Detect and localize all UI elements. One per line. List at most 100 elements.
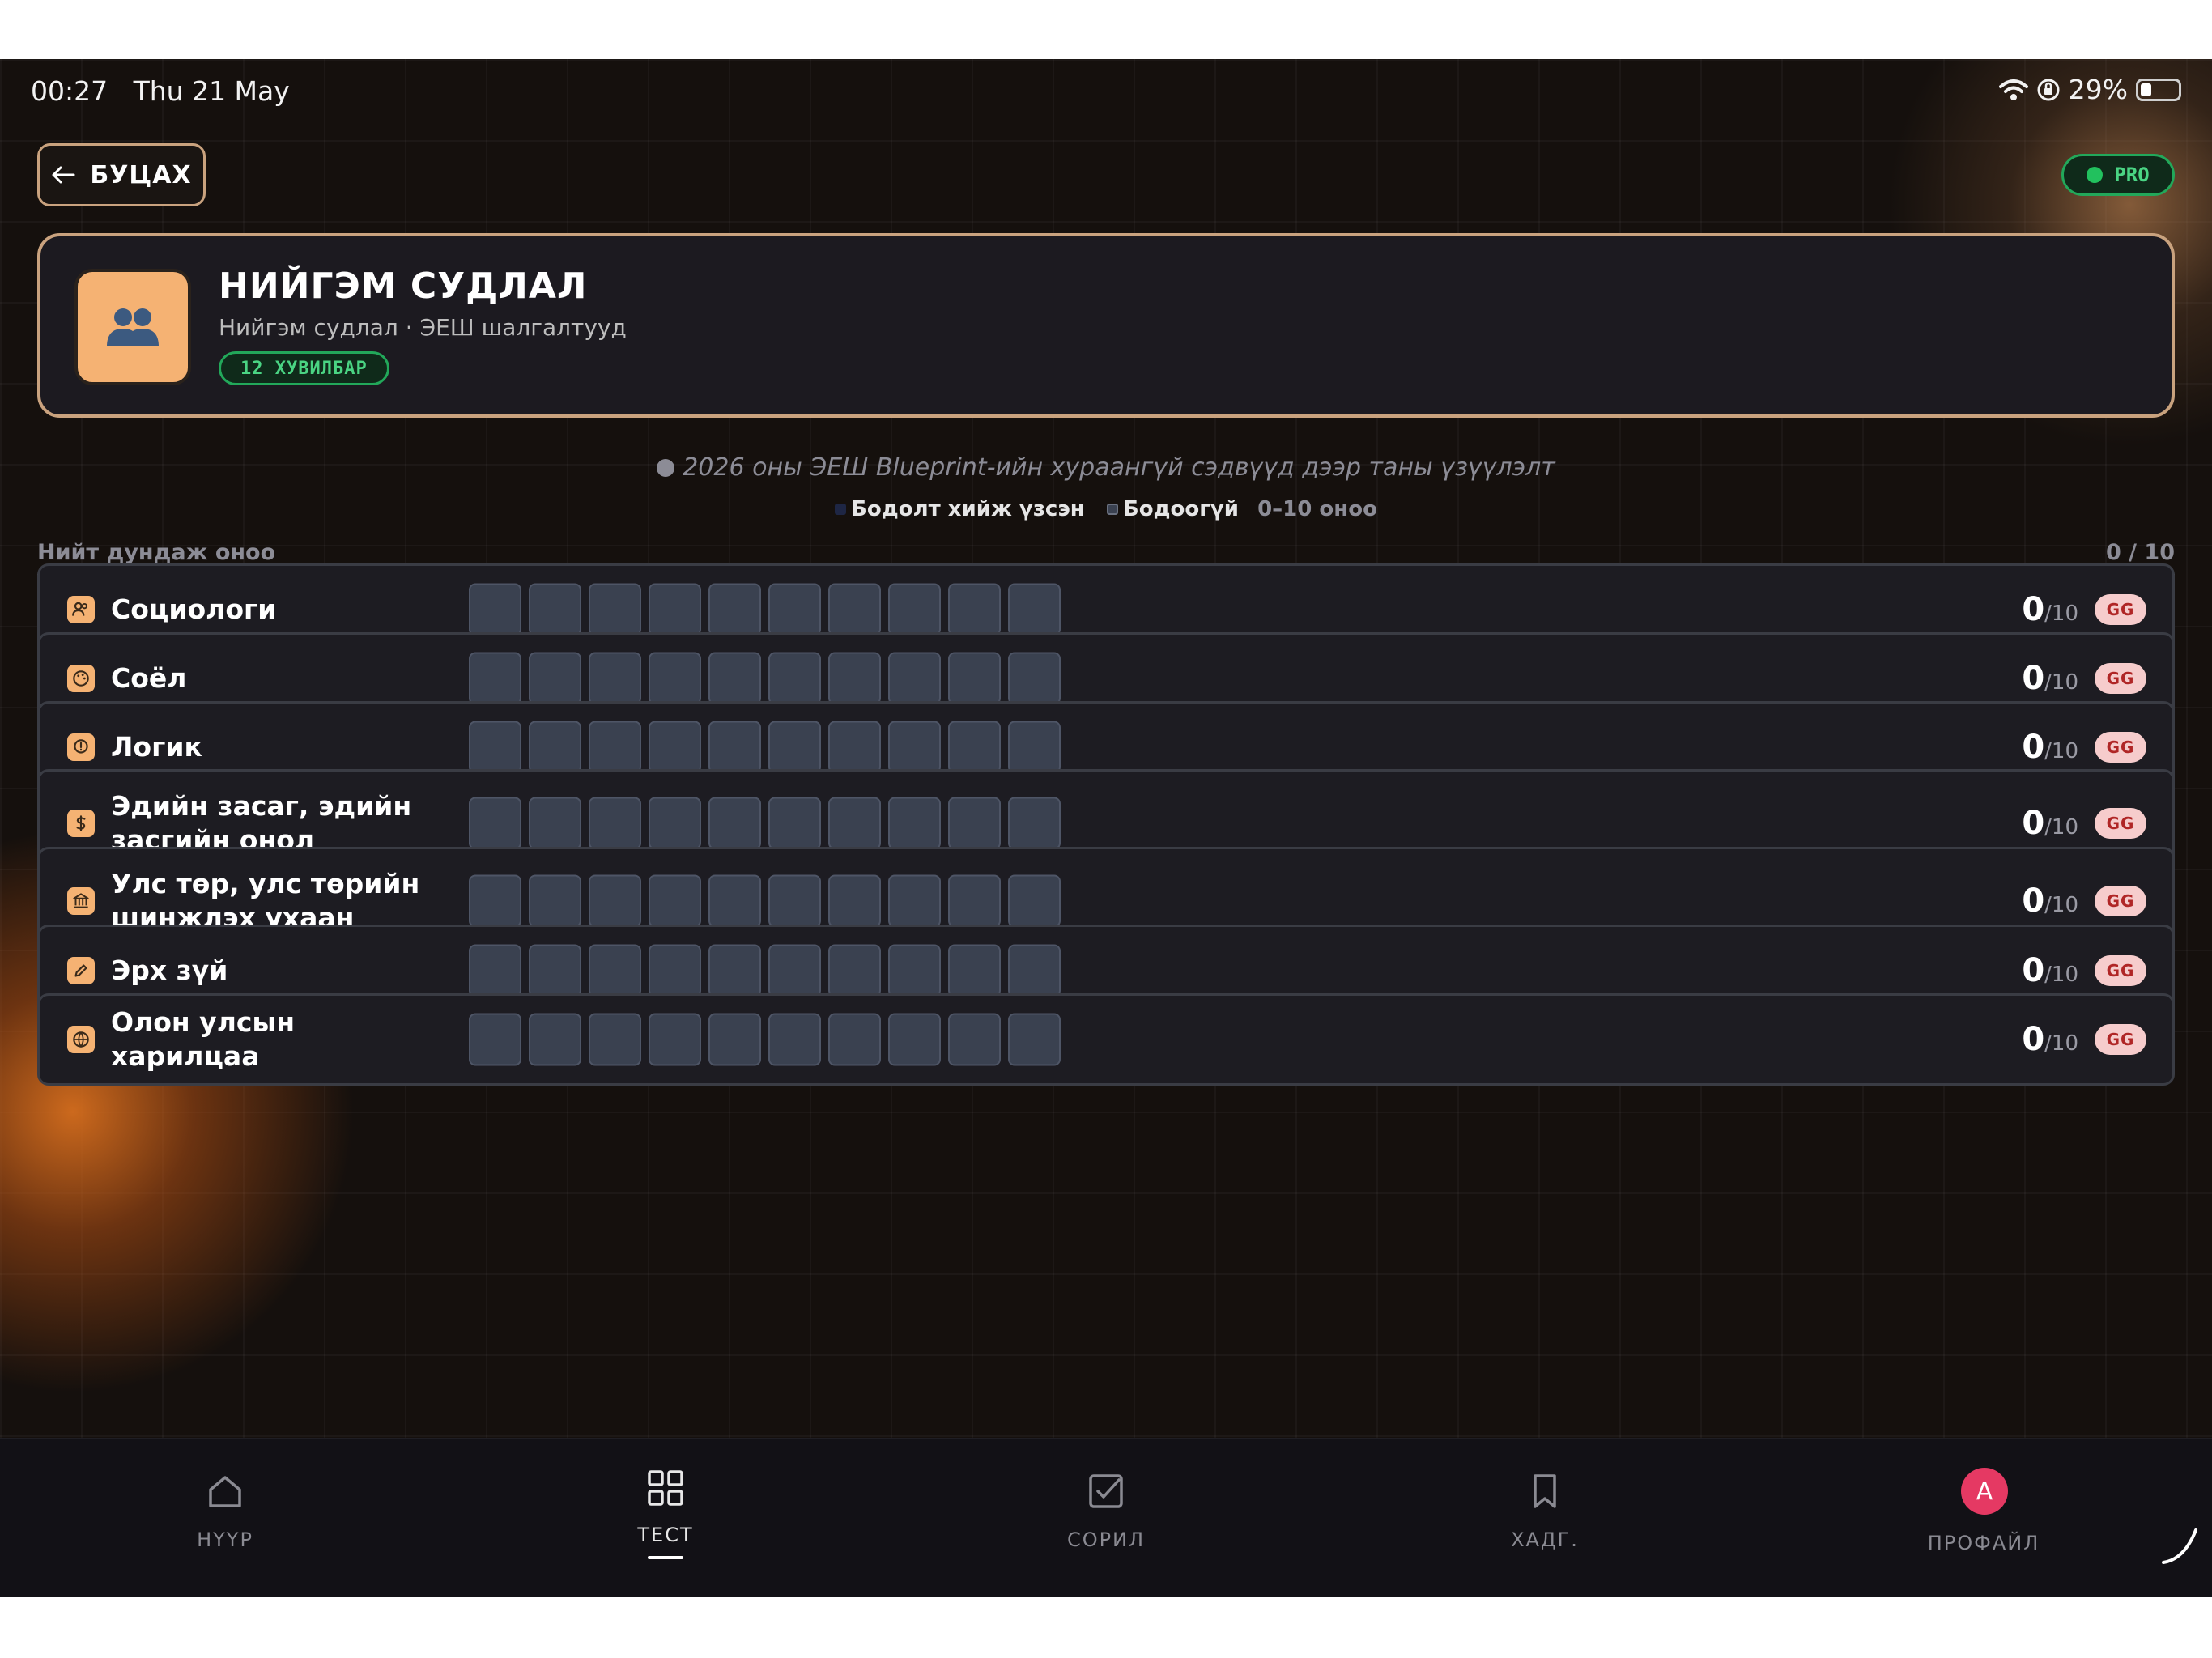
score-cell [589, 721, 641, 774]
score-cell [529, 652, 581, 705]
bottom-nav: НҮҮР ТЕСТ СОРИЛ ХАДГ. A ПРОФАЙЛ [0, 1438, 2212, 1597]
score-cell [708, 1013, 761, 1066]
score-cell [888, 797, 941, 850]
score-cell [948, 1013, 1001, 1066]
score-cell [649, 797, 701, 850]
score-cell [1008, 583, 1061, 636]
legend-done-swatch [835, 504, 847, 515]
score-cell [469, 797, 521, 850]
checkbox-icon [1089, 1474, 1123, 1508]
subject-title: НИЙГЭМ СУДЛАЛ [219, 266, 588, 307]
topic-name: Эрх зүй [111, 954, 228, 986]
gg-badge[interactable]: GG [2095, 732, 2146, 763]
variants-badge: 12 ХУВИЛБАР [219, 351, 389, 385]
score-cell [1008, 944, 1061, 997]
wifi-icon [1998, 79, 2028, 100]
score-cell [948, 797, 1001, 850]
topic-score-value: 0 [2022, 805, 2045, 842]
nav-home[interactable]: НҮҮР [104, 1439, 347, 1597]
score-cell [708, 944, 761, 997]
score-cell [708, 797, 761, 850]
pro-status-dot [2087, 167, 2104, 183]
score-cell [469, 1013, 521, 1066]
nav-profile-label: ПРОФАЙЛ [1927, 1532, 2040, 1554]
score-cell [589, 1013, 641, 1066]
score-cell [768, 797, 821, 850]
gg-badge[interactable]: GG [2095, 594, 2146, 625]
score-cell [589, 652, 641, 705]
topic-score-max: /10 [2044, 815, 2078, 840]
dollar-icon [67, 810, 95, 837]
score-legend: Бодолт хийж үзсэн Бодоогүй 0–10 оноо [0, 497, 2212, 521]
subject-subtitle: Нийгэм судлал · ЭЕШ шалгалтууд [219, 314, 627, 341]
nav-test[interactable]: ТЕСТ [544, 1439, 787, 1597]
gg-badge[interactable]: GG [2095, 808, 2146, 839]
score-cell [649, 721, 701, 774]
score-cell [529, 1013, 581, 1066]
score-cell [828, 1013, 881, 1066]
gg-badge[interactable]: GG [2095, 886, 2146, 916]
back-button[interactable]: БУЦАХ [37, 143, 206, 206]
nav-profile[interactable]: A ПРОФАЙЛ [1862, 1439, 2105, 1597]
score-cell [768, 944, 821, 997]
battery-icon [2136, 78, 2181, 101]
topic-score-value: 0 [2022, 660, 2045, 697]
score-cell [649, 944, 701, 997]
score-cell [828, 944, 881, 997]
nav-soril-label: СОРИЛ [1066, 1528, 1146, 1551]
score-cell [768, 583, 821, 636]
topic-row[interactable]: Олон улсын харилцаа 0/10 GG [37, 993, 2175, 1086]
home-icon [209, 1476, 241, 1507]
palette-icon [67, 665, 95, 692]
score-cells [469, 1013, 1061, 1066]
topic-score-value: 0 [2022, 882, 2045, 920]
topic-score: 0/10 [2022, 1021, 2078, 1058]
score-cell [469, 874, 521, 928]
score-cell [469, 721, 521, 774]
status-time: 00:27 Thu 21 May [31, 75, 290, 107]
score-cell [469, 652, 521, 705]
score-cell [529, 797, 581, 850]
score-cell [589, 874, 641, 928]
topic-score-max: /10 [2044, 893, 2078, 917]
score-cell [708, 583, 761, 636]
topic-score: 0/10 [2022, 805, 2078, 842]
score-cells [469, 944, 1061, 997]
score-cell [589, 797, 641, 850]
score-cell [888, 583, 941, 636]
nav-active-indicator [648, 1556, 683, 1559]
score-cell [649, 874, 701, 928]
score-cell [529, 583, 581, 636]
nav-home-label: НҮҮР [197, 1528, 253, 1551]
score-cell [828, 652, 881, 705]
topic-score-value: 0 [2022, 591, 2045, 628]
bookmark-icon [1534, 1474, 1556, 1508]
topic-score-max: /10 [2044, 1031, 2078, 1056]
score-cells [469, 652, 1061, 705]
score-cell [589, 583, 641, 636]
topic-score: 0/10 [2022, 591, 2078, 628]
gg-badge[interactable]: GG [2095, 955, 2146, 986]
topic-score-max: /10 [2044, 739, 2078, 763]
nav-saved[interactable]: ХАДГ. [1423, 1439, 1666, 1597]
gg-badge[interactable]: GG [2095, 1024, 2146, 1055]
topic-name: Соёл [111, 662, 187, 694]
status-date: Thu 21 May [133, 75, 290, 107]
score-cell [768, 1013, 821, 1066]
score-cell [888, 1013, 941, 1066]
score-cells [469, 874, 1061, 928]
pro-badge[interactable]: PRO [2061, 154, 2175, 196]
score-cells [469, 721, 1061, 774]
score-cell [649, 583, 701, 636]
score-cell [1008, 797, 1061, 850]
gg-badge[interactable]: GG [2095, 663, 2146, 694]
info-dot [657, 459, 675, 477]
blueprint-info-text: 2026 оны ЭЕШ Blueprint-ийн хураангүй сэд… [683, 453, 1555, 482]
topic-score-max: /10 [2044, 963, 2078, 987]
score-cell [888, 721, 941, 774]
pro-badge-label: PRO [2114, 164, 2150, 186]
score-cell [529, 874, 581, 928]
topic-score: 0/10 [2022, 729, 2078, 766]
nav-soril[interactable]: СОРИЛ [985, 1439, 1227, 1597]
topic-score-value: 0 [2022, 729, 2045, 766]
